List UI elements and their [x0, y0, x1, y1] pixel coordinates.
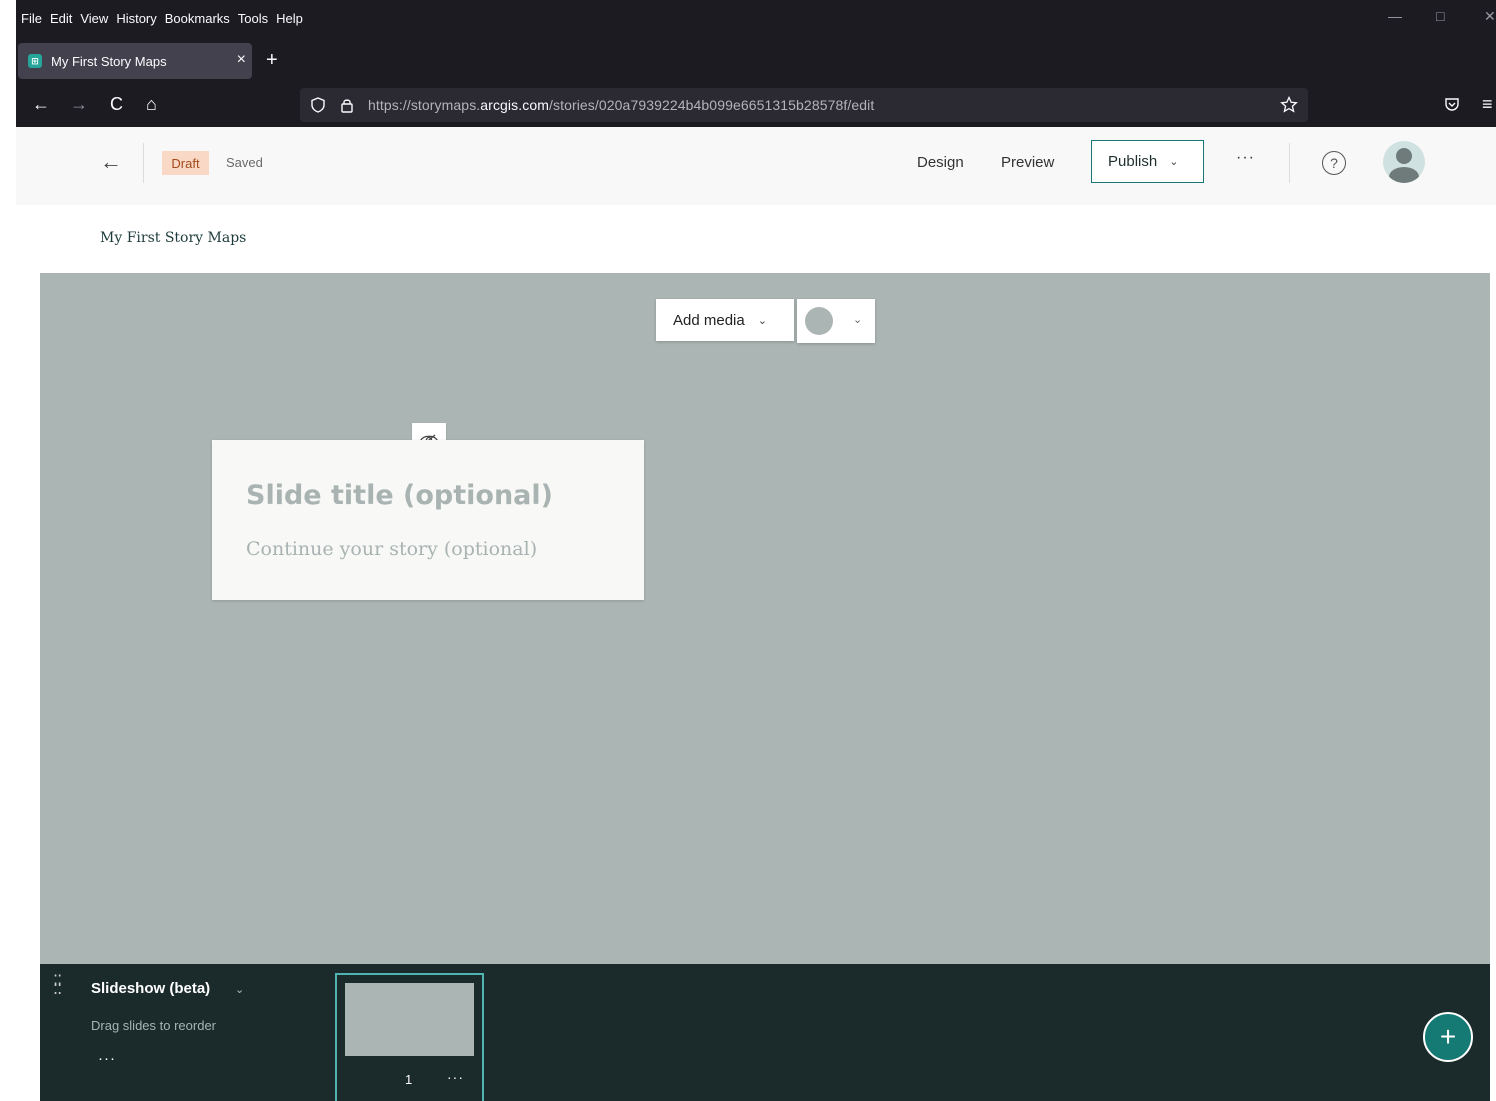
browser-chrome: File Edit View History Bookmarks Tools H… [16, 0, 1496, 127]
save-status: Saved [226, 155, 263, 170]
tab-bar: ⊞ My First Story Maps × + [16, 40, 1496, 84]
maximize-icon[interactable]: □ [1436, 8, 1444, 24]
avatar[interactable] [1383, 141, 1425, 183]
menu-view[interactable]: View [80, 11, 108, 26]
url-bar[interactable]: https://storymaps.arcgis.com/stories/020… [300, 88, 1308, 122]
back-icon[interactable]: ← [32, 94, 50, 115]
help-icon[interactable]: ? [1322, 151, 1346, 175]
url-text: https://storymaps.arcgis.com/stories/020… [368, 97, 875, 113]
back-arrow-icon[interactable]: ← [100, 149, 122, 175]
header-divider [1289, 143, 1290, 183]
header-divider [143, 143, 144, 183]
chevron-down-icon: ⌄ [853, 314, 863, 326]
drag-handle-icon[interactable]: ⁚⁚ ⁚⁚ [53, 974, 62, 998]
slide-canvas[interactable]: Add media ⌄ ⌄ Slide title (optional) Con… [40, 273, 1490, 964]
app-menu-icon[interactable]: ≡ [1482, 94, 1493, 115]
slide-more-icon[interactable]: ··· [447, 1069, 464, 1085]
tab-title: My First Story Maps [51, 53, 167, 69]
bookmark-star-icon[interactable] [1280, 95, 1298, 117]
slide-number: 1 [405, 1072, 413, 1087]
add-slide-button[interactable]: + [1423, 1012, 1473, 1062]
publish-button[interactable]: Publish ⌄ [1091, 140, 1204, 183]
storymaps-header: ← Draft Saved Design Preview Publish ⌄ ·… [16, 127, 1496, 205]
tracking-shield-icon[interactable] [310, 97, 326, 113]
chevron-down-icon: ⌄ [1169, 156, 1179, 168]
story-title[interactable]: My First Story Maps [100, 230, 246, 246]
add-media-label: Add media [673, 311, 745, 329]
minimize-icon[interactable]: — [1388, 8, 1402, 24]
left-margin [0, 0, 16, 1101]
nav-bar: ← → C ⌂ https://storymaps.arcgis.com/sto… [16, 84, 1496, 127]
chevron-down-icon: ⌄ [757, 314, 767, 327]
forward-icon[interactable]: → [70, 94, 88, 115]
tab-close-icon[interactable]: × [237, 51, 246, 69]
background-color-picker[interactable]: ⌄ [797, 299, 875, 343]
menu-bar: File Edit View History Bookmarks Tools H… [16, 0, 1496, 36]
lock-icon[interactable] [340, 97, 356, 113]
new-tab-icon[interactable]: + [266, 49, 278, 72]
slide-title-input[interactable]: Slide title (optional) [246, 480, 553, 511]
pocket-icon[interactable] [1444, 96, 1460, 117]
window-close-icon[interactable]: ✕ [1484, 8, 1496, 25]
add-media-button[interactable]: Add media ⌄ [656, 299, 794, 341]
slide-thumbnail-image [345, 983, 474, 1056]
menu-history[interactable]: History [116, 11, 156, 26]
tab-story-maps[interactable]: ⊞ My First Story Maps × [18, 43, 252, 79]
menu-bookmarks[interactable]: Bookmarks [165, 11, 230, 26]
slide-thumbnail[interactable]: 1 ··· [335, 973, 484, 1101]
menu-file[interactable]: File [21, 11, 42, 26]
slideshow-hint: Drag slides to reorder [91, 1018, 216, 1033]
reload-icon[interactable]: C [110, 94, 123, 115]
story-title-bar: My First Story Maps [40, 205, 1490, 273]
menu-help[interactable]: Help [276, 11, 303, 26]
slideshow-title[interactable]: Slideshow (beta) [91, 980, 210, 997]
design-button[interactable]: Design [917, 154, 964, 171]
menu-tools[interactable]: Tools [238, 11, 268, 26]
preview-button[interactable]: Preview [1001, 154, 1054, 171]
slideshow-bar: ⁚⁚ ⁚⁚ Slideshow (beta) ⌄ Drag slides to r… [40, 964, 1490, 1101]
slide-text-panel: Slide title (optional) Continue your sto… [212, 440, 644, 600]
slideshow-more-icon[interactable]: ··· [98, 1050, 116, 1067]
chevron-down-icon[interactable]: ⌄ [235, 983, 244, 996]
slide-body-input[interactable]: Continue your story (optional) [246, 538, 537, 560]
status-badge: Draft [162, 151, 209, 175]
storymaps-favicon-icon: ⊞ [28, 54, 42, 68]
publish-label: Publish [1108, 153, 1158, 170]
more-options-icon[interactable]: ··· [1236, 149, 1255, 167]
color-swatch [805, 307, 833, 335]
home-icon[interactable]: ⌂ [146, 94, 157, 115]
menu-edit[interactable]: Edit [50, 11, 72, 26]
